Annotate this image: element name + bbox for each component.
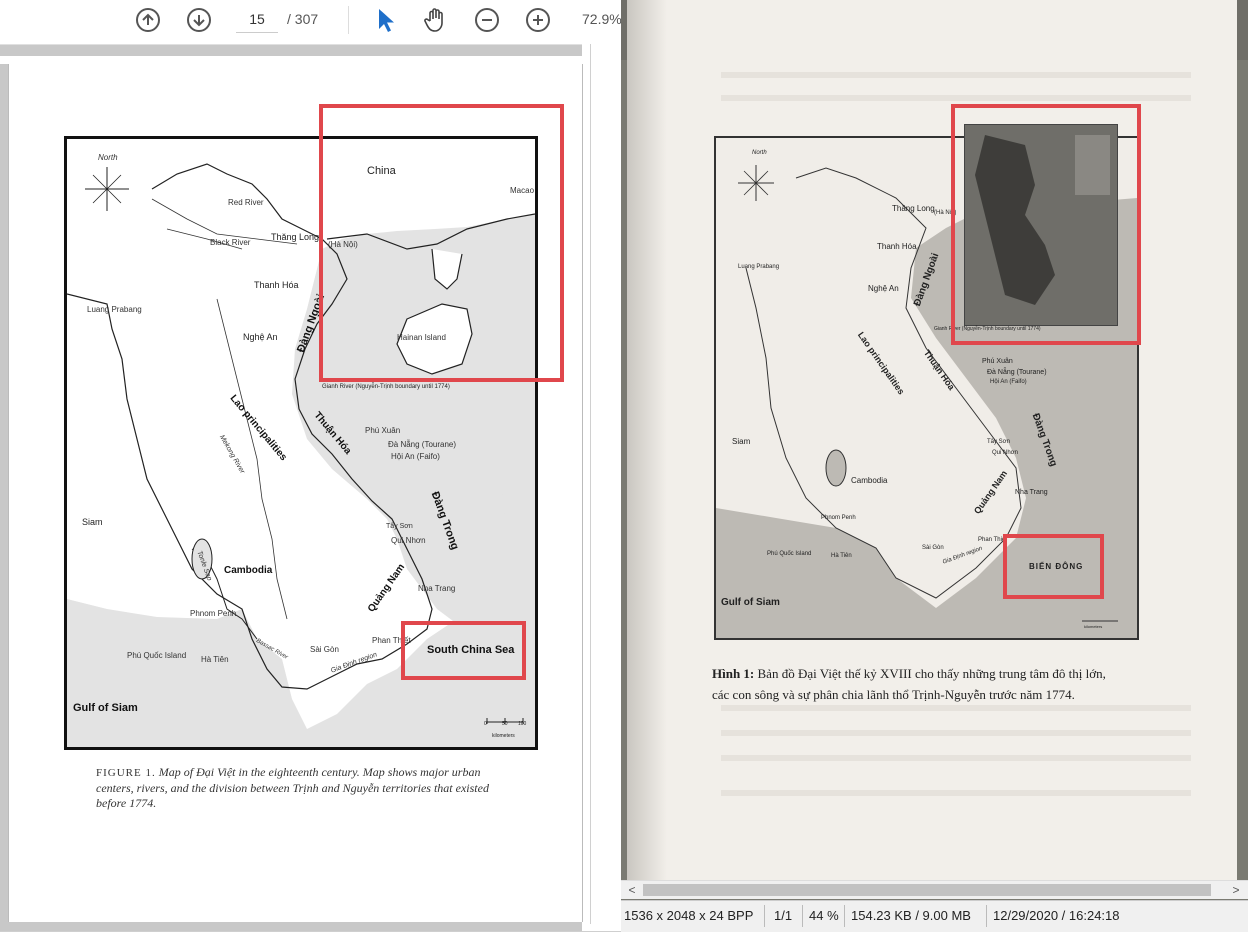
bleed-through-text [721, 730, 1191, 736]
photo-label-phu-xuan: Phú Xuân [982, 358, 1013, 365]
scale-label-kilometers: kilometers [492, 733, 515, 739]
zoom-in-button[interactable] [526, 8, 550, 32]
page-total: / 307 [287, 11, 319, 27]
photo-tonle-sap-lake [825, 449, 847, 487]
map-label-phu-quoc: Phú Quốc Island [127, 651, 187, 660]
previous-page-button[interactable] [136, 8, 160, 32]
photo-label-tay-son: Tây Sơn [987, 439, 1010, 445]
photo-label-sai-gon: Sài Gòn [922, 545, 944, 551]
scale-label-0: 0 [484, 721, 487, 727]
map-label-north: North [98, 153, 118, 162]
photo-label-cambodia: Cambodia [851, 476, 888, 485]
map-label-phnom-penh: Phnom Penh [190, 609, 237, 618]
bleed-through-text [721, 705, 1191, 711]
arrow-up-circle-icon [142, 13, 154, 25]
map-label-red-river: Red River [228, 198, 264, 207]
toolbar-divider [348, 6, 349, 34]
photo-caption-line-1: Bản đồ Đại Việt thế kỷ XVIII cho thấy nh… [754, 666, 1106, 681]
highlight-box-inset-map [951, 104, 1141, 345]
highlight-box-bien-dong [1003, 534, 1104, 599]
photo-label-phu-quoc: Phú Quốc Island [767, 551, 812, 557]
horizontal-scrollbar[interactable]: < > [621, 880, 1248, 899]
photo-label-da-nang: Đà Nẵng (Tourane) [987, 369, 1047, 376]
status-divider [844, 905, 845, 927]
highlight-box-south-china-sea [401, 621, 526, 680]
bleed-through-text [721, 72, 1191, 78]
map-label-thanh-hoa: Thanh Hóa [254, 280, 299, 290]
map-label-hoi-an: Hội An (Faifo) [391, 452, 440, 461]
status-file-size: 154.23 KB / 9.00 MB [851, 908, 971, 923]
status-divider [986, 905, 987, 927]
photo-label-nghe-an: Nghệ An [868, 284, 899, 293]
map-label-da-nang: Đà Nẵng (Tourane) [388, 440, 457, 449]
arrow-down-circle-icon [193, 15, 205, 27]
bleed-through-text [721, 95, 1191, 101]
photo-label-gulf-of-siam: Gulf of Siam [721, 597, 780, 608]
status-datetime: 12/29/2020 / 16:24:18 [993, 908, 1120, 923]
status-page: 1/1 [774, 908, 793, 923]
map-label-nghe-an: Nghệ An [243, 332, 278, 342]
figure-number: FIGURE 1. [96, 767, 156, 779]
photo-label-kilometers: kilometers [1084, 624, 1103, 629]
map-label-gulf-of-siam: Gulf of Siam [73, 702, 138, 714]
map-label-cambodia: Cambodia [224, 565, 273, 576]
page-number-input[interactable] [236, 6, 278, 33]
photo-figure-caption: Hình 1: Bản đồ Đại Việt thế kỷ XVIII cho… [712, 663, 1132, 705]
pdf-viewer: / 307 72.9% [0, 0, 621, 931]
compass-rose [85, 167, 129, 211]
zoom-level[interactable]: 72.9% [582, 11, 621, 27]
zoom-out-button[interactable] [475, 8, 499, 32]
photo-label-thang-long: Thăng Long [892, 204, 935, 213]
minus-circle-icon [482, 19, 492, 21]
photo-label-qui-nhon: Qui Nhơn [992, 450, 1018, 456]
page-binding-shadow [627, 0, 667, 880]
map-label-qui-nhon: Qui Nhơn [391, 536, 426, 545]
map-label-luang-prabang: Luang Prabang [87, 305, 142, 314]
scroll-thumb[interactable] [643, 884, 1211, 896]
map-label-ha-tien: Hà Tiên [201, 655, 229, 664]
photo-compass-rose [738, 165, 774, 201]
plus-circle-icon [533, 15, 543, 25]
hand-tool-button[interactable] [422, 6, 450, 39]
next-page-button[interactable] [187, 8, 211, 32]
scale-label-100: 100 [518, 721, 527, 727]
status-bar: 1536 x 2048 x 24 BPP 1/1 44 % 154.23 KB … [621, 900, 1248, 932]
previous-page-edge [0, 56, 590, 64]
photo-label-thanh-hoa: Thanh Hóa [877, 242, 917, 251]
select-tool-button[interactable] [374, 6, 398, 39]
photo-label-nha-trang: Nha Trang [1015, 489, 1048, 496]
photo-label-ha-tien: Hà Tiên [831, 553, 852, 559]
map-label-sai-gon: Sài Gòn [310, 645, 339, 654]
bleed-through-text [721, 790, 1191, 796]
map-label-gianh-river: Gianh River (Nguyễn-Trịnh boundary until… [322, 384, 450, 390]
photo-label-north: North [752, 150, 767, 156]
cursor-arrow-icon [379, 9, 394, 32]
status-divider [802, 905, 803, 927]
pdf-gutter [582, 44, 621, 931]
photo-label-hoi-an: Hội An (Faifo) [990, 379, 1027, 385]
pdf-divider [590, 44, 591, 924]
pdf-toolbar: / 307 72.9% [0, 0, 621, 45]
status-image-dimensions: 1536 x 2048 x 24 BPP [624, 908, 754, 923]
scroll-right-button[interactable]: > [1227, 881, 1245, 899]
photo-label-siam: Siam [732, 437, 751, 446]
scale-label-50: 50 [502, 721, 508, 727]
map-label-black-river: Black River [210, 238, 251, 247]
hand-icon [424, 8, 443, 32]
highlight-box-china [319, 104, 564, 382]
map-label-siam: Siam [82, 517, 103, 527]
photo-caption-label: Hình 1: [712, 666, 755, 681]
photo-label-luang-prabang: Luang Prabang [738, 264, 780, 270]
map-label-thang-long: Thăng Long [271, 232, 320, 242]
map-label-nha-trang: Nha Trang [418, 584, 456, 593]
status-zoom: 44 % [809, 908, 839, 923]
scroll-left-button[interactable]: < [623, 881, 641, 899]
status-divider [764, 905, 765, 927]
bleed-through-text [721, 755, 1191, 761]
figure-caption: FIGURE 1. Map of Đại Việt in the eightee… [96, 765, 516, 811]
photo-label-phnom-penh: Phnom Penh [821, 515, 856, 521]
photo-caption-line-2: các con sông và sự phân chia lãnh thổ Tr… [712, 687, 1075, 702]
map-label-tay-son: Tây Sơn [386, 523, 413, 530]
map-label-phu-xuan: Phú Xuân [365, 426, 401, 435]
